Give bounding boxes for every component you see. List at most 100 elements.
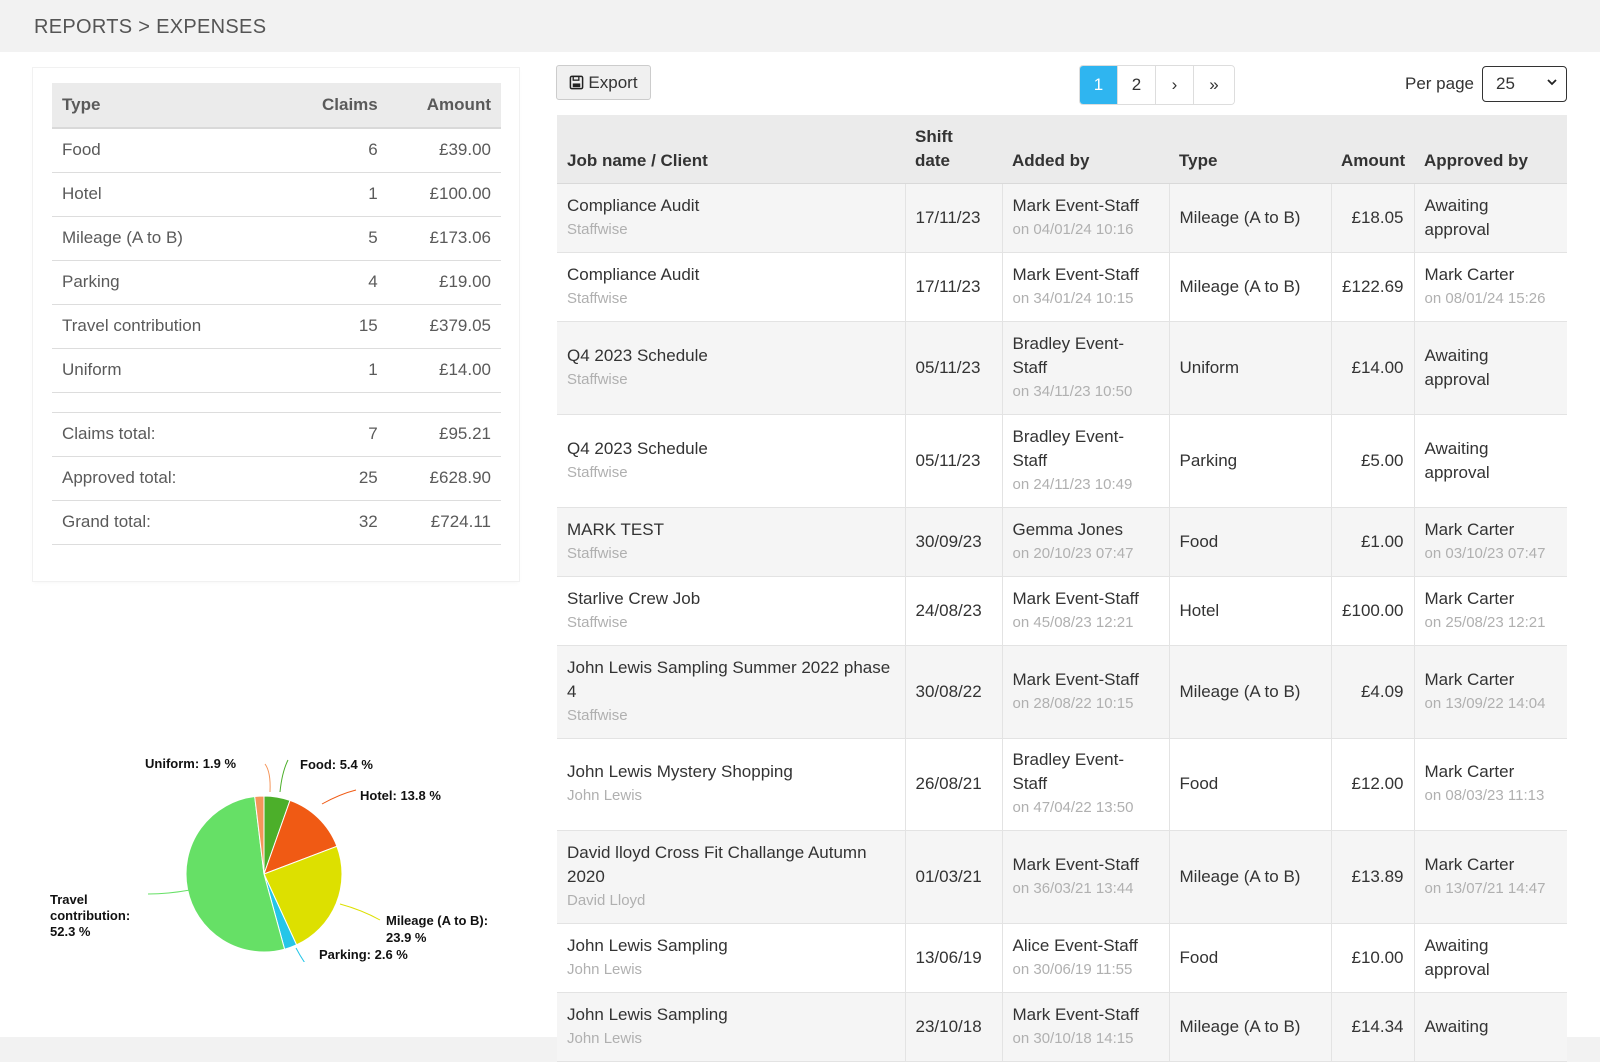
job-cell: Q4 2023 Schedule Staffwise bbox=[557, 414, 906, 508]
added-cell: Bradley Event-Staff on 34/11/23 10:50 bbox=[1002, 321, 1170, 415]
page-1-button[interactable]: 1 bbox=[1080, 66, 1118, 104]
total-label: Grand total: bbox=[52, 500, 312, 545]
col-added-by[interactable]: Added by bbox=[1002, 115, 1169, 184]
added-on: on 34/01/24 10:15 bbox=[1012, 289, 1134, 307]
col-shift-line1: Shift bbox=[915, 126, 953, 146]
expense-amount: £14.00 bbox=[1331, 321, 1415, 415]
summary-claims: 1 bbox=[312, 348, 388, 393]
total-amount: £95.21 bbox=[387, 412, 501, 457]
total-claims: 25 bbox=[312, 456, 388, 501]
total-amount: £724.11 bbox=[387, 500, 501, 545]
expense-type: Hotel bbox=[1169, 576, 1332, 646]
added-cell: Bradley Event-Staff on 24/11/23 10:49 bbox=[1002, 414, 1170, 508]
job-name: Q4 2023 Schedule bbox=[567, 438, 708, 458]
expense-type: Mileage (A to B) bbox=[1169, 252, 1332, 322]
uniform-leader bbox=[264, 763, 271, 793]
col-shift-line2: date bbox=[915, 150, 950, 170]
approved-cell: Mark Carter on 25/08/23 12:21 bbox=[1414, 576, 1567, 646]
pagination: 1 2 › » bbox=[1079, 65, 1235, 105]
expense-amount: £13.89 bbox=[1331, 830, 1415, 924]
export-button[interactable]: Export bbox=[556, 65, 651, 100]
approved-cell: Mark Carter on 03/10/23 07:47 bbox=[1414, 507, 1567, 577]
summary-type: Uniform bbox=[52, 348, 312, 393]
summary-claims: 5 bbox=[312, 216, 388, 261]
approved-on: on 13/07/21 14:47 bbox=[1424, 879, 1546, 897]
added-by: Alice Event-Staff bbox=[1012, 935, 1138, 955]
added-cell: Mark Event-Staff on 28/08/22 10:15 bbox=[1002, 645, 1170, 739]
summary-type: Parking bbox=[52, 260, 312, 305]
client-name: Staffwise bbox=[567, 613, 628, 631]
approved-on: on 08/01/24 15:26 bbox=[1424, 289, 1546, 307]
summary-type: Mileage (A to B) bbox=[52, 216, 312, 261]
added-on: on 20/10/23 07:47 bbox=[1012, 544, 1134, 562]
col-type[interactable]: Type bbox=[1169, 115, 1331, 184]
table-row[interactable]: Compliance Audit Staffwise 17/11/23 Mark … bbox=[557, 252, 1567, 322]
label-food: Food: 5.4 % bbox=[300, 757, 373, 772]
job-cell: John Lewis Sampling John Lewis bbox=[557, 992, 906, 1062]
hotel-leader bbox=[321, 789, 357, 805]
table-row[interactable]: David lloyd Cross Fit Challange Autumn 2… bbox=[557, 830, 1567, 924]
per-page-select[interactable]: 25 bbox=[1482, 66, 1567, 102]
expense-type: Food bbox=[1169, 507, 1332, 577]
job-name: John Lewis Sampling Summer 2022 phase 4 bbox=[567, 657, 891, 701]
expense-type: Food bbox=[1169, 738, 1332, 831]
next-page-button[interactable]: › bbox=[1156, 66, 1194, 104]
expense-amount: £4.09 bbox=[1331, 645, 1415, 739]
table-row[interactable]: Q4 2023 Schedule Staffwise 05/11/23 Bradl… bbox=[557, 321, 1567, 415]
table-row[interactable]: Q4 2023 Schedule Staffwise 05/11/23 Bradl… bbox=[557, 414, 1567, 508]
table-row[interactable]: John Lewis Sampling John Lewis 23/10/18 M… bbox=[557, 992, 1567, 1062]
table-row[interactable]: Starlive Crew Job Staffwise 24/08/23 Mark… bbox=[557, 576, 1567, 646]
col-shift-date[interactable]: Shift date bbox=[905, 115, 1002, 184]
added-cell: Gemma Jones on 20/10/23 07:47 bbox=[1002, 507, 1170, 577]
expense-amount: £12.00 bbox=[1331, 738, 1415, 831]
summary-total-row: Claims total: 7 £95.21 bbox=[52, 412, 501, 457]
client-name: David Lloyd bbox=[567, 891, 646, 909]
added-by: Mark Event-Staff bbox=[1012, 195, 1139, 215]
col-job-client[interactable]: Job name / Client bbox=[557, 115, 905, 184]
job-name: John Lewis Sampling bbox=[567, 935, 728, 955]
label-parking: Parking: 2.6 % bbox=[319, 947, 408, 962]
expense-type: Mileage (A to B) bbox=[1169, 183, 1332, 253]
expense-type: Parking bbox=[1169, 414, 1332, 508]
job-name: John Lewis Mystery Shopping bbox=[567, 762, 793, 781]
parking-leader bbox=[295, 947, 305, 962]
col-amount[interactable]: Amount bbox=[1331, 115, 1414, 184]
shift-date: 24/08/23 bbox=[905, 576, 1003, 646]
approved-by: Mark Carter bbox=[1424, 519, 1515, 539]
approved-by: Awaiting approval bbox=[1424, 438, 1490, 482]
added-by: Bradley Event-Staff bbox=[1012, 426, 1125, 470]
mileage-leader bbox=[339, 903, 381, 921]
table-row[interactable]: John Lewis Sampling Summer 2022 phase 4 S… bbox=[557, 645, 1567, 739]
page-2-button[interactable]: 2 bbox=[1118, 66, 1156, 104]
job-cell: Compliance Audit Staffwise bbox=[557, 183, 906, 253]
per-page-label: Per page bbox=[1405, 74, 1474, 93]
approved-by: Awaiting bbox=[1424, 1016, 1489, 1036]
expense-amount: £1.00 bbox=[1331, 507, 1415, 577]
summary-type: Travel contribution bbox=[52, 304, 312, 349]
table-row[interactable]: John Lewis Sampling John Lewis 13/06/19 A… bbox=[557, 923, 1567, 993]
client-name: John Lewis bbox=[567, 960, 643, 978]
summary-header-row: Type Claims Amount bbox=[52, 83, 501, 129]
added-on: on 36/03/21 13:44 bbox=[1012, 879, 1134, 897]
approved-cell: Awaiting bbox=[1414, 992, 1567, 1062]
col-approved-by[interactable]: Approved by bbox=[1414, 115, 1567, 184]
table-row[interactable]: MARK TEST Staffwise 30/09/23 Gemma Jones o… bbox=[557, 507, 1567, 577]
approved-by: Mark Carter bbox=[1424, 669, 1515, 689]
page-content: Type Claims Amount Food 6 £39.00 Hotel 1 £10… bbox=[0, 52, 1600, 1062]
expense-amount: £122.69 bbox=[1331, 252, 1415, 322]
job-name: David lloyd Cross Fit Challange Autumn 2… bbox=[567, 842, 867, 886]
expense-amount: £100.00 bbox=[1331, 576, 1415, 646]
col-type: Type bbox=[52, 83, 312, 129]
table-header-row: Job name / Client Shift date Added by Typ… bbox=[557, 115, 1567, 184]
table-row[interactable]: John Lewis Mystery Shopping John Lewis 26… bbox=[557, 738, 1567, 831]
summary-amount: £173.06 bbox=[387, 216, 501, 261]
label-hotel: Hotel: 13.8 % bbox=[360, 788, 441, 803]
approved-on: on 08/03/23 11:13 bbox=[1424, 787, 1545, 804]
food-leader bbox=[279, 759, 289, 793]
added-by: Mark Event-Staff bbox=[1012, 264, 1139, 284]
table-row[interactable]: Compliance Audit Staffwise 17/11/23 Mark … bbox=[557, 183, 1567, 253]
last-page-button[interactable]: » bbox=[1194, 66, 1234, 104]
label-mileage-line2: 23.9 % bbox=[386, 930, 427, 945]
added-on: on 45/08/23 12:21 bbox=[1012, 613, 1134, 631]
job-cell: Compliance Audit Staffwise bbox=[557, 252, 906, 322]
